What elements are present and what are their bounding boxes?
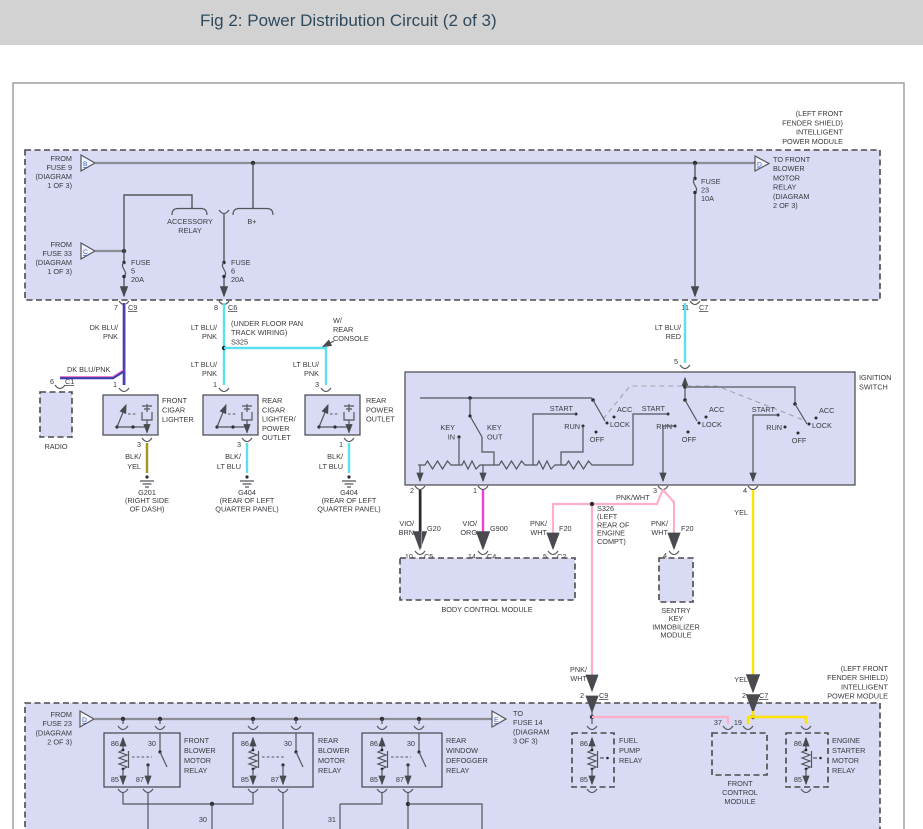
rbr-pin-86: 86: [241, 739, 249, 748]
fbr-pin-87: 87: [136, 775, 144, 784]
ignition-switch-box: [405, 372, 855, 485]
circuit-31-label: 31: [328, 815, 336, 824]
blk-yel-label: BLK/YEL: [125, 452, 142, 471]
wiring-diagram: (LEFT FRONTFENDER SHIELD)INTELLIGENTPOWE…: [0, 0, 923, 829]
sw1-start: START: [550, 404, 574, 413]
body-control-module-box: [400, 558, 575, 600]
sw3-lock: LOCK: [812, 421, 832, 430]
fbr-pin-30: 30: [148, 739, 156, 748]
sw1-off: OFF: [590, 435, 605, 444]
ipm-pin-2b: 2: [742, 691, 746, 700]
conn-c9-b: C9: [599, 691, 608, 700]
pnk-wht-label-sentry: PNK/WHT: [651, 519, 669, 537]
radio-box: [40, 392, 72, 437]
sw3-off: OFF: [792, 436, 807, 445]
rwd-pin-85: 85: [370, 775, 378, 784]
vio-org-label: VIO/ORG: [460, 519, 478, 537]
fcm-label: FRONTCONTROLMODULE: [722, 779, 758, 806]
front-control-module-box: [712, 733, 767, 775]
rbr-pin-87: 87: [271, 775, 279, 784]
sw1-run: RUN: [564, 422, 580, 431]
front-cigar-pin-3: 3: [137, 440, 141, 449]
triangle-d-letter: D: [757, 162, 762, 169]
sw1-acc: ACC: [617, 405, 632, 414]
pin-7: 7: [114, 303, 118, 312]
conn-c7-b: C7: [759, 691, 768, 700]
rear-power-outlet-box: [305, 395, 360, 435]
bcm-label: BODY CONTROL MODULE: [441, 605, 532, 614]
rbr-pin-30: 30: [284, 739, 292, 748]
conn-c6: C6: [228, 303, 237, 312]
sw2-off: OFF: [682, 435, 697, 444]
fpr-pin-85: 85: [580, 775, 588, 784]
g900-label: G900: [490, 524, 508, 533]
sw2-acc: ACC: [709, 405, 724, 414]
sentry-key-module-box: [659, 558, 693, 602]
yel-label-2: YEL: [734, 675, 748, 684]
rear-cigar-lighter-box: [203, 395, 258, 435]
rear-outlet-pin-3: 3: [315, 380, 319, 389]
pnk-wht-label-drop: PNK/WHT: [570, 665, 588, 683]
pin-6: 6: [50, 377, 54, 386]
ignition-pin-4: 4: [743, 486, 747, 495]
f20-label-2: F20: [681, 524, 694, 533]
page: Fig 2: Power Distribution Circuit (2 of …: [0, 0, 923, 829]
sw2-start: START: [642, 404, 666, 413]
fbr-pin-85: 85: [111, 775, 119, 784]
sw3-start: START: [752, 405, 776, 414]
front-cigar-pin-1: 1: [113, 380, 117, 389]
sw3-acc: ACC: [819, 406, 834, 415]
fpr-pin-86: 86: [580, 739, 588, 748]
ipm-pin-2a: 2: [580, 691, 584, 700]
conn-c1: C1: [65, 377, 74, 386]
pnk-wht-label-bcm: PNK/WHT: [530, 519, 548, 537]
fcm-pin-37: 37: [714, 718, 722, 727]
ignition-pin-1: 1: [473, 486, 477, 495]
rear-cigar-pin-3: 3: [237, 440, 241, 449]
pnk-wht-label-h: PNK/WHT: [616, 493, 650, 502]
circuit-30-label: 30: [199, 815, 207, 824]
rear-cigar-pin-1: 1: [213, 380, 217, 389]
vio-brn-label: VIO/BRN: [399, 519, 415, 537]
triangle-d2-letter: D: [82, 717, 87, 724]
rwd-pin-86: 86: [370, 739, 378, 748]
triangle-e-letter: E: [494, 717, 499, 724]
front-cigar-lighter-box: [103, 395, 158, 435]
rwd-pin-30: 30: [407, 739, 415, 748]
triangle-b-letter: B: [83, 161, 88, 168]
sw3-run: RUN: [766, 423, 782, 432]
fbr-pin-86: 86: [111, 739, 119, 748]
dk-blu-pnk-label-h: DK BLU/PNK: [67, 365, 111, 374]
pin-8: 8: [214, 303, 218, 312]
f20-label-1: F20: [559, 524, 572, 533]
g20-label: G20: [427, 524, 441, 533]
esr-pin-86: 86: [794, 739, 802, 748]
yel-label-1: YEL: [734, 508, 748, 517]
conn-c7: C7: [699, 303, 708, 312]
esr-pin-85: 85: [794, 775, 802, 784]
key-out-label: KEYOUT: [487, 423, 503, 442]
rear-outlet-pin-1: 1: [339, 440, 343, 449]
radio-label: RADIO: [44, 442, 67, 451]
ignition-pin-5: 5: [674, 357, 678, 366]
ignition-switch-label: IGNITIONSWITCH: [859, 373, 891, 392]
fcm-pin-19: 19: [734, 718, 742, 727]
rwd-pin-87: 87: [396, 775, 404, 784]
conn-c9: C9: [128, 303, 137, 312]
ignition-pin-2: 2: [410, 486, 414, 495]
ignition-pin-3: 3: [653, 486, 657, 495]
triangle-c-letter: C: [83, 249, 88, 256]
sw2-lock: LOCK: [702, 420, 722, 429]
splice-s326: [590, 502, 594, 506]
sw1-lock: LOCK: [610, 420, 630, 429]
rbr-pin-85: 85: [241, 775, 249, 784]
bplus-label: B+: [247, 217, 256, 226]
